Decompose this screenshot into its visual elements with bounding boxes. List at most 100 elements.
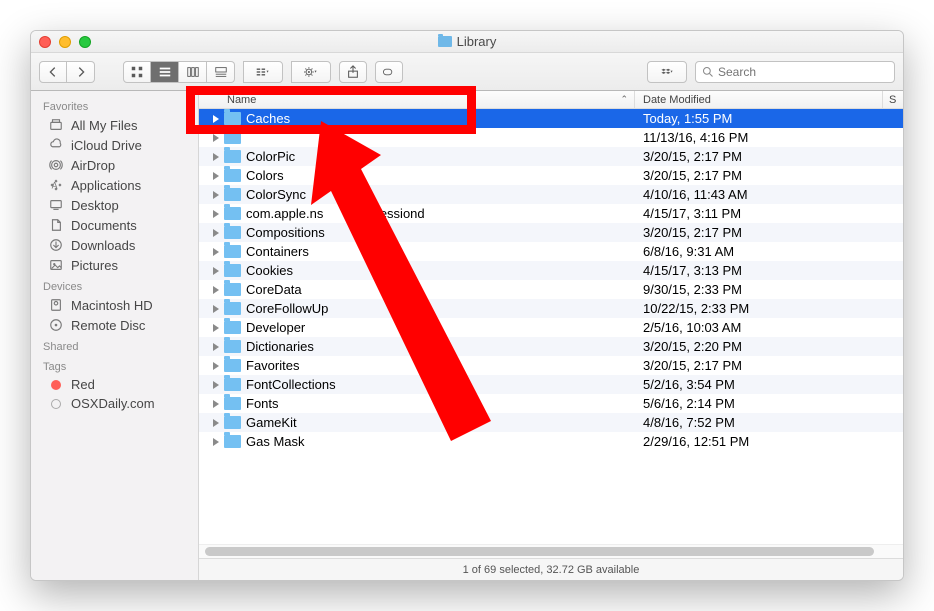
- action-button[interactable]: [291, 61, 331, 83]
- sidebar-item[interactable]: AApplications: [31, 175, 198, 195]
- disclosure-triangle-icon[interactable]: [213, 400, 219, 408]
- disclosure-triangle-icon[interactable]: [213, 362, 219, 370]
- file-name: Favorites: [246, 358, 299, 373]
- sidebar-item[interactable]: Downloads: [31, 235, 198, 255]
- disclosure-triangle-icon[interactable]: [213, 134, 219, 142]
- file-row[interactable]: CoreFollowUp10/22/15, 2:33 PM: [199, 299, 903, 318]
- documents-icon: [47, 217, 65, 233]
- sidebar-item[interactable]: Macintosh HD: [31, 295, 198, 315]
- back-button[interactable]: [39, 61, 67, 83]
- cell-name: CoreData: [199, 282, 635, 297]
- file-name: Containers: [246, 244, 309, 259]
- disclosure-triangle-icon[interactable]: [213, 343, 219, 351]
- file-name-suffix: sessiond: [373, 206, 424, 221]
- sort-asc-icon: ⌃: [620, 94, 628, 105]
- file-name: Compositions: [246, 225, 325, 240]
- column-date[interactable]: Date Modified: [635, 91, 883, 108]
- file-row[interactable]: Favorites3/20/15, 2:17 PM: [199, 356, 903, 375]
- sidebar-item[interactable]: All My Files: [31, 115, 198, 135]
- file-row[interactable]: com.apple.nssessiond4/15/17, 3:11 PM: [199, 204, 903, 223]
- file-row[interactable]: 11/13/16, 4:16 PM: [199, 128, 903, 147]
- sidebar-item-label: Desktop: [71, 198, 119, 213]
- folder-icon: [224, 340, 241, 353]
- disclosure-triangle-icon[interactable]: [213, 286, 219, 294]
- file-row[interactable]: FontCollections5/2/16, 3:54 PM: [199, 375, 903, 394]
- icon-view-button[interactable]: [123, 61, 151, 83]
- tags-button[interactable]: [375, 61, 403, 83]
- search-field[interactable]: [695, 61, 895, 83]
- cloud-icon: [47, 137, 65, 153]
- cell-name: CoreFollowUp: [199, 301, 635, 316]
- disclosure-triangle-icon[interactable]: [213, 381, 219, 389]
- sidebar-item[interactable]: Documents: [31, 215, 198, 235]
- disclosure-triangle-icon[interactable]: [213, 248, 219, 256]
- disclosure-triangle-icon[interactable]: [213, 172, 219, 180]
- file-name: Gas Mask: [246, 434, 305, 449]
- dropbox-button[interactable]: [647, 61, 687, 83]
- folder-icon: [438, 36, 452, 47]
- disclosure-triangle-icon[interactable]: [213, 324, 219, 332]
- disclosure-triangle-icon[interactable]: [213, 438, 219, 446]
- file-row[interactable]: ColorPic3/20/15, 2:17 PM: [199, 147, 903, 166]
- forward-button[interactable]: [67, 61, 95, 83]
- coverflow-view-button[interactable]: [207, 61, 235, 83]
- share-button[interactable]: [339, 61, 367, 83]
- file-row[interactable]: Cookies4/15/17, 3:13 PM: [199, 261, 903, 280]
- column-name[interactable]: Name⌃: [199, 91, 635, 108]
- zoom-button[interactable]: [79, 36, 91, 48]
- file-row[interactable]: CachesToday, 1:55 PM: [199, 109, 903, 128]
- column-size[interactable]: S: [883, 91, 903, 108]
- disclosure-triangle-icon[interactable]: [213, 191, 219, 199]
- folder-icon: [224, 283, 241, 296]
- cell-date: 2/29/16, 12:51 PM: [635, 434, 883, 449]
- horizontal-scrollbar[interactable]: [199, 544, 903, 558]
- column-view-button[interactable]: [179, 61, 207, 83]
- tag-dot-icon: [51, 380, 61, 390]
- cell-name: ColorPic: [199, 149, 635, 164]
- cell-date: 6/8/16, 9:31 AM: [635, 244, 883, 259]
- folder-icon: [224, 435, 241, 448]
- status-bar: 1 of 69 selected, 32.72 GB available: [199, 558, 903, 580]
- sidebar-item[interactable]: iCloud Drive: [31, 135, 198, 155]
- sidebar-item[interactable]: Pictures: [31, 255, 198, 275]
- minimize-button[interactable]: [59, 36, 71, 48]
- file-row[interactable]: Colors3/20/15, 2:17 PM: [199, 166, 903, 185]
- disclosure-triangle-icon[interactable]: [213, 229, 219, 237]
- sidebar-tag-item[interactable]: OSXDaily.com: [31, 394, 198, 413]
- file-row[interactable]: Containers 6/8/16, 9:31 AM: [199, 242, 903, 261]
- list-view-button[interactable]: [151, 61, 179, 83]
- disclosure-triangle-icon[interactable]: [213, 305, 219, 313]
- disclosure-triangle-icon[interactable]: [213, 267, 219, 275]
- arrange-button[interactable]: [243, 61, 283, 83]
- cell-name: GameKit: [199, 415, 635, 430]
- search-input[interactable]: [718, 65, 888, 79]
- svg-text:A: A: [52, 181, 58, 191]
- file-name: Caches: [246, 111, 290, 126]
- close-button[interactable]: [39, 36, 51, 48]
- file-row[interactable]: ColorSync4/10/16, 11:43 AM: [199, 185, 903, 204]
- folder-icon: [224, 397, 241, 410]
- view-mode-group: [123, 61, 235, 83]
- sidebar-item[interactable]: Desktop: [31, 195, 198, 215]
- file-row[interactable]: Compositions3/20/15, 2:17 PM: [199, 223, 903, 242]
- sidebar-item[interactable]: AirDrop: [31, 155, 198, 175]
- sidebar-heading-devices: Devices: [31, 275, 198, 295]
- sidebar-tag-item[interactable]: Red: [31, 375, 198, 394]
- disclosure-triangle-icon[interactable]: [213, 210, 219, 218]
- file-row[interactable]: CoreData9/30/15, 2:33 PM: [199, 280, 903, 299]
- disk-icon: [47, 297, 65, 313]
- search-icon: [702, 66, 714, 78]
- file-row[interactable]: Developer2/5/16, 10:03 AM: [199, 318, 903, 337]
- disclosure-triangle-icon[interactable]: [213, 153, 219, 161]
- cell-date: 4/15/17, 3:11 PM: [635, 206, 883, 221]
- cell-name: Cookies: [199, 263, 635, 278]
- file-row[interactable]: Fonts5/6/16, 2:14 PM: [199, 394, 903, 413]
- file-row[interactable]: Gas Mask 2/29/16, 12:51 PM: [199, 432, 903, 451]
- disclosure-triangle-icon[interactable]: [213, 419, 219, 427]
- sidebar-tag-label: OSXDaily.com: [71, 396, 155, 411]
- file-row[interactable]: Dictionaries3/20/15, 2:20 PM: [199, 337, 903, 356]
- disclosure-triangle-icon[interactable]: [213, 115, 219, 123]
- sidebar-item[interactable]: Remote Disc: [31, 315, 198, 335]
- apps-icon: A: [47, 177, 65, 193]
- file-row[interactable]: GameKit4/8/16, 7:52 PM: [199, 413, 903, 432]
